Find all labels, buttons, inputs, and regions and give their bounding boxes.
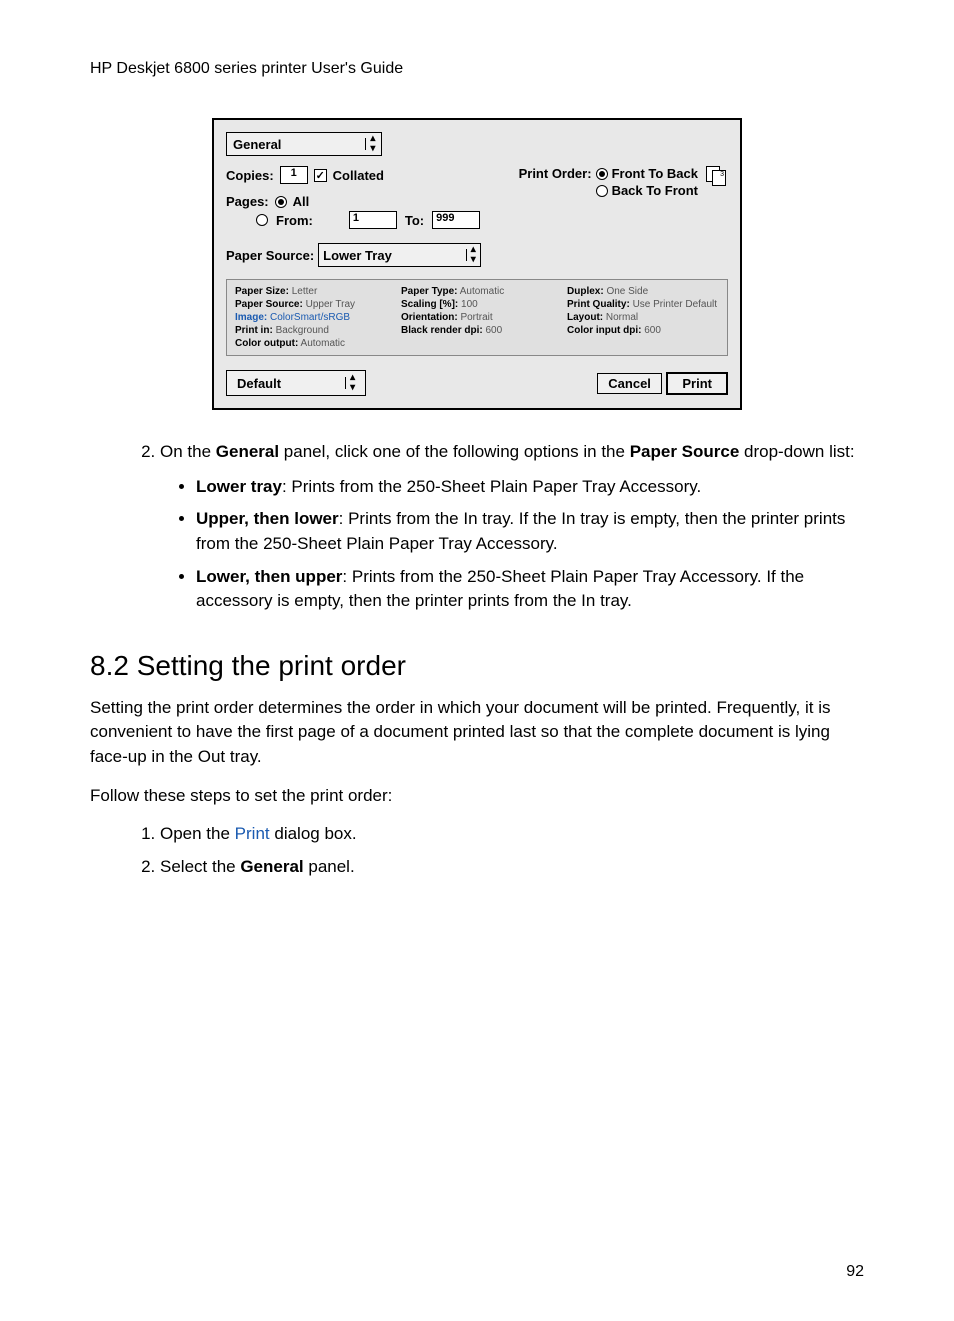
- panel-select[interactable]: General ▴▾: [226, 132, 382, 156]
- back-to-front-label: Back To Front: [612, 183, 698, 198]
- pages-from-label: From:: [276, 213, 313, 228]
- list-item: Lower tray: Prints from the 250-Sheet Pl…: [196, 475, 864, 500]
- list-item: Lower, then upper: Prints from the 250-S…: [196, 565, 864, 614]
- updown-icon: ▴▾: [370, 134, 375, 154]
- print-dialog: General ▴▾ Copies: 1 ✓ Collated Pages: A: [212, 118, 742, 410]
- print-summary: Paper Size: Letter Paper Type: Automatic…: [226, 279, 728, 356]
- pages-all-radio[interactable]: [275, 196, 287, 208]
- copies-label: Copies:: [226, 168, 274, 183]
- back-to-front-radio[interactable]: [596, 185, 608, 197]
- section-paragraph: Setting the print order determines the o…: [90, 696, 864, 770]
- front-to-back-label: Front To Back: [612, 166, 698, 181]
- section-heading: 8.2 Setting the print order: [90, 650, 864, 682]
- updown-icon: ▴▾: [350, 373, 355, 393]
- cancel-button[interactable]: Cancel: [597, 373, 662, 394]
- preset-label: Default: [237, 376, 281, 391]
- collated-label: Collated: [333, 168, 384, 183]
- pages-to-input[interactable]: 999: [432, 211, 480, 229]
- section-paragraph: Follow these steps to set the print orde…: [90, 784, 864, 809]
- print-order-steps: Open the Print dialog box. Select the Ge…: [90, 822, 864, 879]
- page-order-icon: 3: [706, 166, 728, 188]
- page-header-title: HP Deskjet 6800 series printer User's Gu…: [90, 60, 864, 78]
- pages-from-input[interactable]: 1: [349, 211, 397, 229]
- print-link[interactable]: Print: [235, 824, 270, 843]
- instruction-step: Open the Print dialog box.: [160, 822, 864, 847]
- pages-to-label: To:: [405, 213, 424, 228]
- panel-select-label: General: [233, 137, 281, 152]
- collated-checkbox[interactable]: ✓: [314, 169, 327, 182]
- paper-source-options: Lower tray: Prints from the 250-Sheet Pl…: [160, 475, 864, 614]
- pages-label: Pages:: [226, 194, 269, 209]
- paper-source-label: Paper Source:: [226, 248, 314, 263]
- instruction-step-2: On the General panel, click one of the f…: [160, 440, 864, 614]
- preset-select[interactable]: Default ▴▾: [226, 370, 366, 396]
- instruction-step: Select the General panel.: [160, 855, 864, 880]
- paper-source-select[interactable]: Lower Tray ▴▾: [318, 243, 481, 267]
- front-to-back-radio[interactable]: [596, 168, 608, 180]
- pages-all-label: All: [293, 194, 310, 209]
- list-item: Upper, then lower: Prints from the In tr…: [196, 507, 864, 556]
- updown-icon: ▴▾: [471, 245, 476, 265]
- paper-source-value: Lower Tray: [323, 248, 392, 263]
- instruction-list: On the General panel, click one of the f…: [90, 440, 864, 614]
- pages-from-radio[interactable]: [256, 214, 268, 226]
- page-number: 92: [846, 1263, 864, 1281]
- print-button[interactable]: Print: [666, 372, 728, 395]
- copies-input[interactable]: 1: [280, 166, 308, 184]
- print-order-label: Print Order:: [519, 166, 592, 181]
